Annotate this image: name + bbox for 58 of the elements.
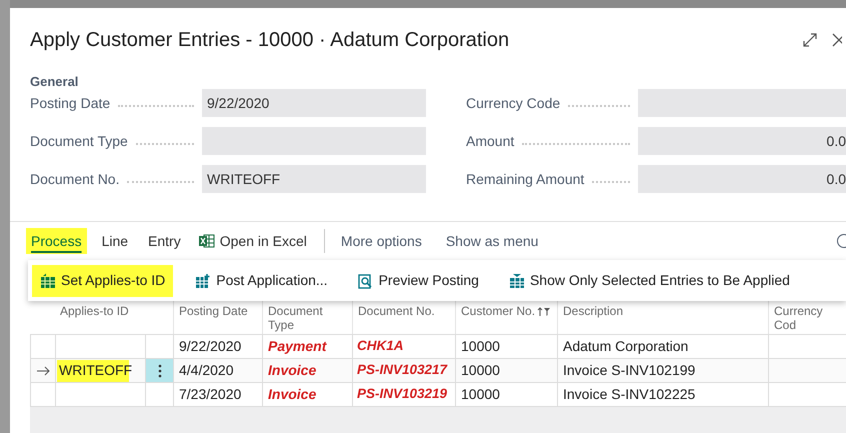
table-cell-text: 10000 <box>461 361 500 380</box>
section-heading: General <box>30 73 80 89</box>
input-field[interactable]: WRITEOFF <box>202 165 426 193</box>
menu-item[interactable]: Show Only Selected Entries to Be Applied <box>500 264 798 296</box>
toolbar-link[interactable]: Show as menu <box>446 230 538 252</box>
table-cell-text: Invoice S-INV102199 <box>563 361 696 380</box>
column-header[interactable]: Posting Date <box>179 304 248 318</box>
table-cell-text: 4/4/2020 <box>179 361 234 380</box>
column-header[interactable]: Description <box>563 304 624 318</box>
input-field[interactable] <box>638 89 846 117</box>
table-cell-text: PS-INV103217 <box>357 361 448 380</box>
column-header[interactable]: Document No. <box>358 304 435 318</box>
column-header[interactable]: Applies-to ID <box>60 304 129 318</box>
toolbar-tab[interactable]: Entry <box>143 228 186 254</box>
dialog-title: Apply Customer Entries - 10000 · Adatum Corporation <box>30 28 510 53</box>
table-row[interactable]: 9/22/2020 Payment CHK1A 10000 Adatum Corporation <box>30 335 846 359</box>
toolbar-tab[interactable]: Process <box>26 228 87 254</box>
field-label: Posting Date <box>30 94 110 113</box>
table-cell-text: 10000 <box>461 385 500 404</box>
column-header[interactable]: Document Type <box>268 304 347 332</box>
info-icon[interactable] <box>836 233 846 249</box>
table-row[interactable]: 7/23/2020 Invoice PS-INV103219 10000 Invoice S-INV102225 <box>30 383 846 407</box>
grid-icon <box>195 272 212 288</box>
grid-icon <box>508 272 525 288</box>
menu-item[interactable]: Set Applies-to ID <box>32 264 174 296</box>
spreadsheet-icon <box>198 234 215 248</box>
sort-filter-icon[interactable] <box>537 307 552 317</box>
toolbar-tab[interactable]: Line <box>96 228 134 254</box>
close-icon[interactable] <box>832 32 842 48</box>
table-cell-text: 10000 <box>461 337 500 356</box>
table-cell-text: 7/23/2020 <box>179 385 242 404</box>
toolbar-button[interactable]: Open in Excel <box>196 230 310 252</box>
grid-icon <box>40 272 56 288</box>
input-field[interactable] <box>202 127 426 155</box>
field-label: Document Type <box>30 132 128 151</box>
field-label: Document No. <box>30 170 120 188</box>
field-label: Remaining Amount <box>466 170 584 189</box>
magnifier-icon <box>358 272 374 288</box>
menu-item[interactable]: Post Application... <box>187 264 336 296</box>
expand-icon[interactable] <box>802 32 818 48</box>
field-label: Amount <box>466 132 514 150</box>
toolbar-link[interactable]: More options <box>340 230 422 252</box>
table-cell-text: Invoice <box>268 385 316 404</box>
table-cell-text: Adatum Corporation <box>563 337 688 356</box>
table-cell-text: 9/22/2020 <box>179 337 242 356</box>
column-header[interactable]: Customer No. <box>461 304 536 318</box>
table-cell-text: Payment <box>268 337 326 356</box>
input-field[interactable]: 9/22/2020 <box>202 89 426 117</box>
column-header[interactable]: Currency Cod <box>774 304 841 332</box>
input-field[interactable]: 0.0 <box>638 127 846 155</box>
table-cell-text: Invoice S-INV102225 <box>563 385 696 404</box>
input-field[interactable]: 0.0 <box>638 165 846 193</box>
menu-item[interactable]: Preview Posting <box>350 264 487 296</box>
field-label: Currency Code <box>466 94 560 113</box>
more-icon[interactable] <box>158 364 162 378</box>
table-cell-text: CHK1A <box>357 337 404 356</box>
table-cell-text: PS-INV103219 <box>357 385 448 404</box>
table-cell-text: Invoice <box>268 361 316 380</box>
